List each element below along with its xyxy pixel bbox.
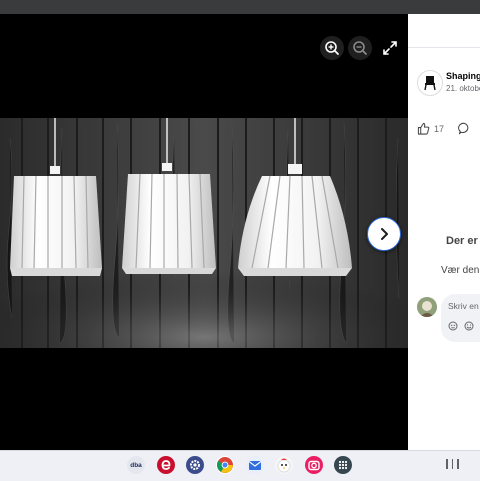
zoom-in-button[interactable] — [320, 36, 344, 60]
e-app[interactable] — [157, 456, 175, 474]
zoom-in-icon — [320, 36, 344, 60]
settings-app[interactable] — [186, 456, 204, 474]
dba-app-label: dba — [130, 461, 142, 469]
game-app[interactable] — [275, 456, 293, 474]
camera-icon — [308, 460, 320, 471]
app-drawer[interactable] — [334, 456, 352, 474]
next-photo-button[interactable] — [367, 217, 401, 251]
no-comments-title: Der er — [446, 235, 478, 247]
mail-app[interactable] — [246, 456, 264, 474]
zoom-out-button[interactable] — [348, 36, 372, 60]
photo-viewer — [0, 14, 408, 450]
chair-logo-icon — [424, 76, 436, 91]
chevron-right-icon — [381, 228, 388, 240]
grid-icon — [338, 460, 348, 470]
post-date[interactable]: 21. oktobe — [446, 84, 480, 93]
lamp-photo — [0, 118, 408, 348]
user-photo-icon — [417, 297, 437, 317]
lamp-2 — [122, 163, 216, 274]
panel-divider — [408, 47, 480, 48]
like-count[interactable]: 17 — [417, 122, 444, 135]
chicken-game-icon — [277, 458, 291, 473]
page-avatar[interactable] — [417, 70, 443, 96]
recent-bar — [457, 459, 459, 469]
recent-bar — [446, 459, 448, 469]
recent-bar — [451, 459, 453, 469]
comment-composer[interactable]: Skriv en — [441, 294, 480, 342]
fullscreen-button[interactable] — [378, 36, 402, 60]
user-avatar — [417, 297, 437, 317]
comment-button[interactable] — [458, 122, 471, 140]
browser-top-bar — [0, 0, 480, 14]
chrome-app[interactable] — [216, 456, 234, 474]
post-author-name[interactable]: Shaping — [446, 71, 480, 81]
taskbar — [0, 450, 480, 481]
chrome-icon — [217, 457, 233, 473]
comment-icon — [458, 122, 469, 135]
post-side-panel: Shaping 21. oktobe 17 Der er Vær den Skr… — [408, 14, 480, 450]
dba-app[interactable]: dba — [127, 456, 145, 474]
zoom-out-icon — [348, 36, 372, 60]
like-count-value: 17 — [434, 123, 445, 134]
camera-app[interactable] — [305, 456, 323, 474]
thumbs-up-icon — [417, 122, 430, 135]
comment-input[interactable]: Skriv en — [448, 301, 479, 311]
gear-icon — [190, 460, 200, 470]
no-comments-subtitle: Vær den — [441, 265, 480, 276]
e-letter-icon — [161, 460, 171, 470]
avatar-sticker-icon[interactable] — [448, 321, 458, 331]
mail-icon — [248, 461, 262, 470]
recent-apps-button[interactable] — [446, 459, 459, 469]
emoji-icon[interactable] — [464, 321, 474, 331]
fullscreen-icon — [383, 41, 397, 55]
lamp-1 — [10, 166, 102, 276]
